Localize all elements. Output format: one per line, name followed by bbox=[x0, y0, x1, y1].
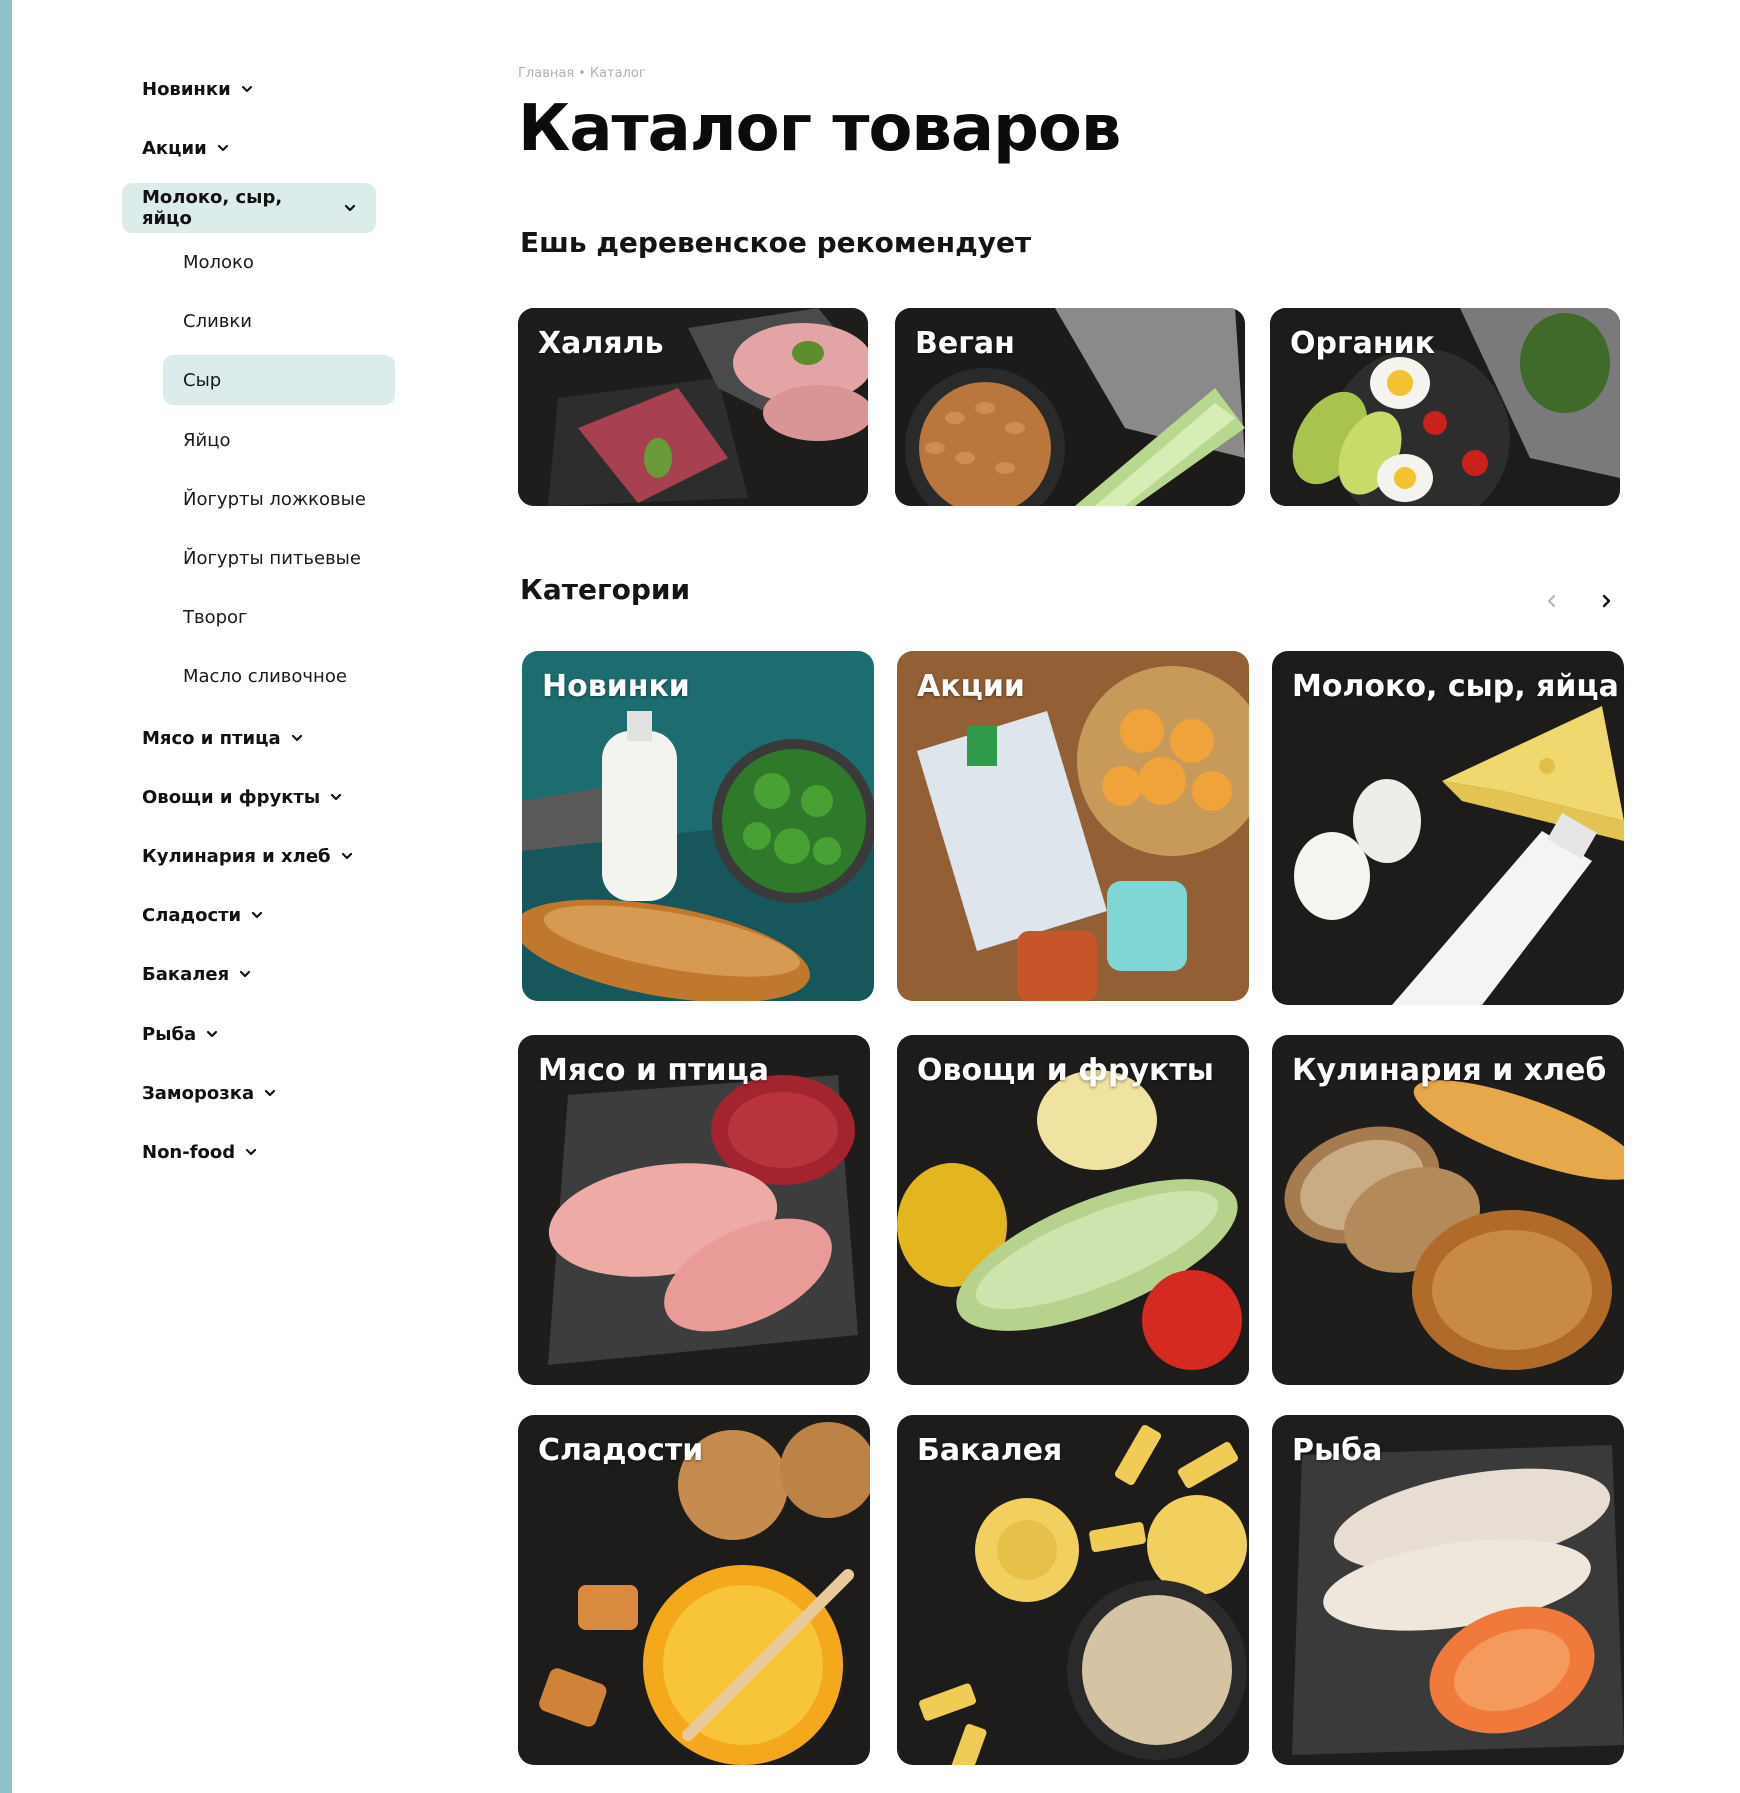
sidebar-subitem-label: Йогурты ложковые bbox=[183, 488, 366, 510]
sidebar-subitem-label: Йогурты питьевые bbox=[183, 547, 361, 569]
breadcrumb-separator: • bbox=[578, 66, 586, 81]
sidebar-item-grocery[interactable]: Бакалея bbox=[122, 951, 271, 997]
category-card-label: Сладости bbox=[538, 1433, 704, 1468]
category-card-label: Рыба bbox=[1292, 1433, 1383, 1468]
chevron-down-icon bbox=[330, 791, 342, 803]
chevron-down-icon bbox=[239, 968, 251, 980]
recommend-card-vegan[interactable]: Веган bbox=[895, 308, 1245, 506]
sidebar-item-fish[interactable]: Рыба bbox=[122, 1011, 238, 1057]
sidebar-item-label: Акции bbox=[142, 137, 207, 159]
dairy-products-image bbox=[1272, 651, 1624, 1005]
sidebar-item-dairy[interactable]: Молоко, сыр, яйцо bbox=[122, 183, 376, 233]
sidebar-item-label: Сладости bbox=[142, 904, 242, 926]
chevron-down-icon bbox=[245, 1146, 257, 1158]
sidebar-subitem-butter[interactable]: Масло сливочное bbox=[163, 651, 367, 701]
recommend-card-halal[interactable]: Халяль bbox=[518, 308, 868, 506]
sidebar-subitem-label: Масло сливочное bbox=[183, 665, 347, 687]
sidebar-item-frozen[interactable]: Заморозка bbox=[122, 1070, 296, 1116]
category-card-label: Акции bbox=[917, 669, 1025, 704]
recommend-card-label: Веган bbox=[915, 326, 1015, 361]
chevron-down-icon bbox=[217, 142, 229, 154]
sidebar-item-label: Рыба bbox=[142, 1023, 197, 1045]
categories-section-title: Категории bbox=[520, 573, 691, 606]
category-card-label: Кулинария и хлеб bbox=[1292, 1053, 1607, 1088]
breadcrumb: Главная • Каталог bbox=[518, 66, 646, 81]
chevron-down-icon bbox=[251, 909, 263, 921]
chevron-left-icon bbox=[1548, 595, 1555, 607]
recommend-card-label: Органик bbox=[1290, 326, 1436, 361]
chevron-down-icon bbox=[344, 202, 356, 214]
sidebar-item-label: Бакалея bbox=[142, 963, 230, 985]
sidebar-item-vegetables[interactable]: Овощи и фрукты bbox=[122, 774, 362, 820]
sidebar-item-new[interactable]: Новинки bbox=[122, 66, 273, 112]
category-card-label: Мясо и птица bbox=[538, 1053, 770, 1088]
category-card-sweets[interactable]: Сладости bbox=[518, 1415, 870, 1765]
category-card-dairy[interactable]: Молоко, сыр, яйца bbox=[1272, 651, 1624, 1005]
sidebar-item-bakery[interactable]: Кулинария и хлеб bbox=[122, 833, 373, 879]
chevron-down-icon bbox=[206, 1028, 218, 1040]
chevron-right-icon bbox=[1602, 594, 1611, 608]
sidebar-item-promo[interactable]: Акции bbox=[122, 125, 249, 171]
sidebar-item-label: Овощи и фрукты bbox=[142, 786, 321, 808]
sidebar-subitem-milk[interactable]: Молоко bbox=[163, 237, 274, 287]
category-card-label: Бакалея bbox=[917, 1433, 1063, 1468]
sidebar-subitem-label: Творог bbox=[183, 606, 248, 628]
chevron-down-icon bbox=[241, 83, 253, 95]
carousel-prev-button[interactable] bbox=[1535, 584, 1569, 618]
sidebar-item-label: Новинки bbox=[142, 78, 231, 100]
category-card-bakery[interactable]: Кулинария и хлеб bbox=[1272, 1035, 1624, 1385]
recommend-card-label: Халяль bbox=[538, 326, 664, 361]
sidebar-subitem-cottage-cheese[interactable]: Творог bbox=[163, 592, 268, 642]
recommend-card-organic[interactable]: Органик bbox=[1270, 308, 1620, 506]
page-title: Каталог товаров bbox=[518, 92, 1121, 166]
category-card-label: Овощи и фрукты bbox=[917, 1053, 1214, 1088]
sidebar-item-label: Кулинария и хлеб bbox=[142, 845, 331, 867]
sidebar-subitem-drink-yogurt[interactable]: Йогурты питьевые bbox=[163, 533, 381, 583]
chevron-down-icon bbox=[264, 1087, 276, 1099]
carousel-next-button[interactable] bbox=[1589, 584, 1623, 618]
sidebar-subitem-cheese[interactable]: Сыр bbox=[163, 355, 395, 405]
sidebar-subitem-label: Сливки bbox=[183, 310, 252, 332]
category-card-new[interactable]: Новинки bbox=[522, 651, 874, 1001]
sidebar-item-non-food[interactable]: Non-food bbox=[122, 1129, 277, 1175]
sidebar-item-label: Мясо и птица bbox=[142, 727, 281, 749]
category-card-promo[interactable]: Акции bbox=[897, 651, 1249, 1001]
category-card-label: Молоко, сыр, яйца bbox=[1292, 669, 1619, 704]
category-card-vegetables[interactable]: Овощи и фрукты bbox=[897, 1035, 1249, 1385]
sidebar-subitem-label: Молоко bbox=[183, 251, 254, 273]
chevron-down-icon bbox=[341, 850, 353, 862]
sidebar-subitem-cream[interactable]: Сливки bbox=[163, 296, 272, 346]
sidebar-item-label: Молоко, сыр, яйцо bbox=[142, 187, 283, 229]
sidebar-item-label: Заморозка bbox=[142, 1082, 255, 1104]
sidebar-subitem-spoon-yogurt[interactable]: Йогурты ложковые bbox=[163, 474, 386, 524]
category-card-fish[interactable]: Рыба bbox=[1272, 1415, 1624, 1765]
category-card-grocery[interactable]: Бакалея bbox=[897, 1415, 1249, 1765]
category-card-meat[interactable]: Мясо и птица bbox=[518, 1035, 870, 1385]
breadcrumb-current: Каталог bbox=[589, 66, 646, 81]
sidebar-item-label: Non-food bbox=[142, 1141, 236, 1163]
chevron-down-icon bbox=[291, 732, 303, 744]
sidebar-subitem-label: Сыр bbox=[183, 369, 222, 391]
catalog-sidebar: Новинки Акции Молоко, сыр, яйцо Молоко С… bbox=[0, 0, 420, 1793]
category-card-label: Новинки bbox=[542, 669, 690, 704]
sidebar-subitem-label: Яйцо bbox=[183, 429, 231, 451]
recommend-section-title: Ешь деревенское рекомендует bbox=[520, 226, 1032, 259]
breadcrumb-home-link[interactable]: Главная bbox=[518, 66, 574, 81]
sidebar-item-sweets[interactable]: Сладости bbox=[122, 892, 283, 938]
sidebar-subitem-egg[interactable]: Яйцо bbox=[163, 415, 250, 465]
sidebar-item-meat[interactable]: Мясо и птица bbox=[122, 715, 323, 761]
